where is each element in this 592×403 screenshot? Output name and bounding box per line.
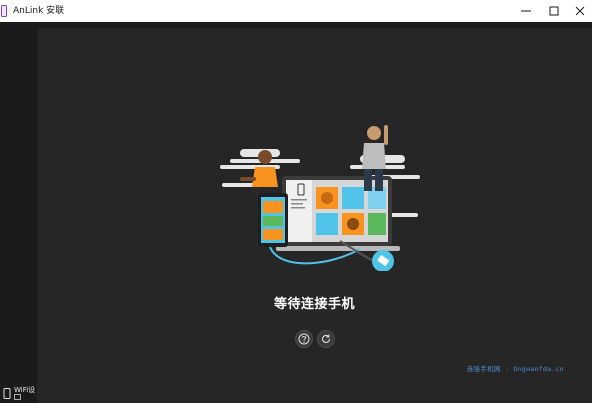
close-icon xyxy=(575,6,585,16)
device-small-icon xyxy=(14,394,21,400)
connect-phone-illustration xyxy=(220,125,420,271)
refresh-button[interactable] xyxy=(317,330,335,348)
main-panel: 等待连接手机 连接手机网 · Ongwanfda.cn xyxy=(37,28,592,403)
title-bar: AnLink 安联 xyxy=(0,0,592,22)
refresh-icon xyxy=(322,334,331,343)
minimize-icon xyxy=(521,10,531,12)
close-button[interactable] xyxy=(566,0,592,22)
sidebar xyxy=(0,22,37,403)
minimize-button[interactable] xyxy=(512,0,540,22)
help-button[interactable] xyxy=(295,330,313,348)
maximize-button[interactable] xyxy=(540,0,568,22)
question-circle-icon xyxy=(298,333,310,345)
maximize-icon xyxy=(549,6,559,16)
window-title: AnLink 安联 xyxy=(13,6,65,16)
sidebar-item-wifi[interactable]: WiFi设 xyxy=(2,384,36,402)
watermark-text: 连接手机网 · Ongwanfda.cn xyxy=(466,365,564,373)
phone-wifi-icon xyxy=(3,388,11,399)
app-icon xyxy=(1,5,7,17)
waiting-status-text: 等待连接手机 xyxy=(273,297,355,312)
